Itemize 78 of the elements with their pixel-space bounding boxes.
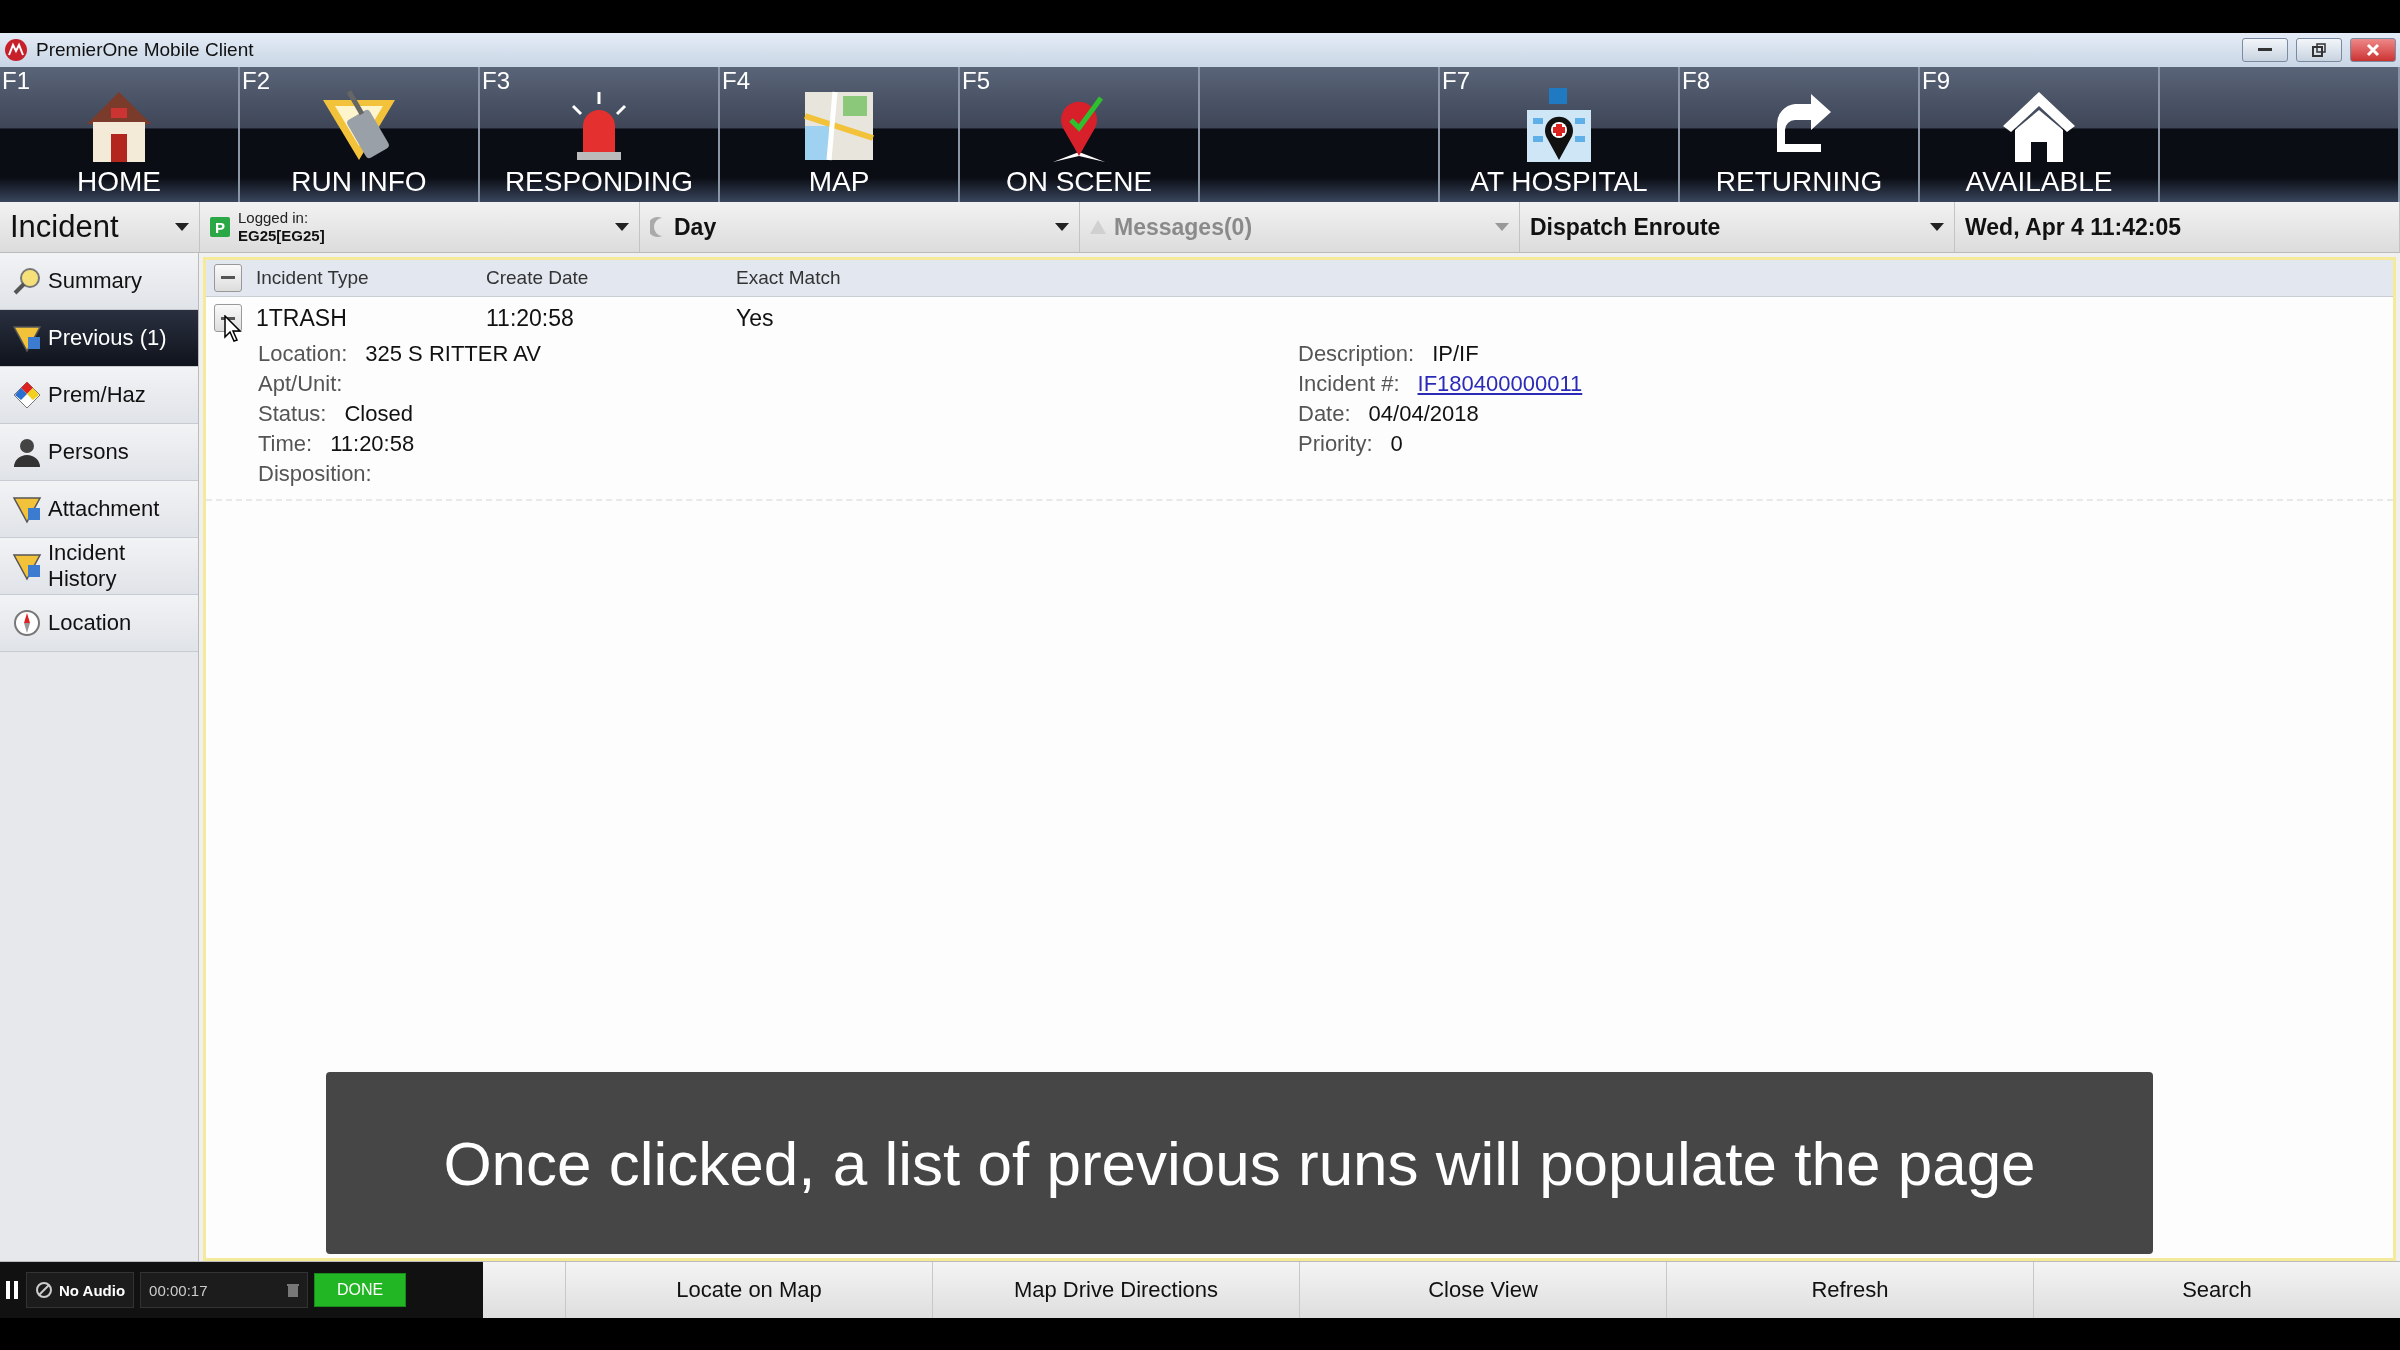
triangle-icon	[1090, 220, 1106, 234]
trash-icon[interactable]	[287, 1283, 300, 1297]
warning-icon	[12, 494, 42, 524]
dropdown-caret-icon[interactable]	[1930, 223, 1944, 231]
sidebar-item[interactable]: Incident History	[0, 538, 198, 595]
minimize-icon	[2258, 48, 2272, 52]
toolbar-button[interactable]: F2 RUN INFO	[240, 67, 480, 202]
toolbar-button[interactable]: F9 AVAILABLE	[1920, 67, 2160, 202]
field-value: Closed	[344, 401, 413, 427]
field-label: Disposition:	[258, 461, 372, 487]
action-button[interactable]: Locate on Map	[565, 1262, 932, 1318]
no-audio-icon	[35, 1281, 53, 1299]
logged-in-label: Logged in:	[238, 209, 310, 227]
mode-dropdown[interactable]: Incident	[0, 202, 200, 252]
field-value: IP/IF	[1432, 341, 1479, 367]
dropdown-caret-icon[interactable]	[615, 223, 629, 231]
restore-button[interactable]	[2296, 38, 2342, 62]
table-cell-text: 1TRASH	[256, 304, 348, 332]
app-logo-icon	[4, 38, 28, 62]
field-label: Priority:	[1298, 431, 1373, 457]
dispatch-status-dropdown[interactable]: Dispatch Enroute	[1520, 202, 1955, 252]
warning-icon	[12, 323, 42, 353]
logged-in-unit: EG25[EG25]	[238, 227, 325, 245]
compass-icon	[12, 608, 42, 638]
minus-icon	[221, 276, 235, 280]
status-badge: P	[210, 217, 230, 237]
audio-status: No Audio	[26, 1272, 135, 1308]
minimize-button[interactable]	[2242, 38, 2288, 62]
mouse-cursor-icon	[224, 315, 242, 343]
table-cell-text: 11:20:58	[486, 304, 575, 332]
video-caption: Once clicked, a list of previous runs will populate the page	[326, 1072, 2153, 1254]
field-label: Status:	[258, 401, 327, 427]
warning-icon	[12, 551, 42, 581]
toolbar-button[interactable]: F4 MAP	[720, 67, 960, 202]
column-header[interactable]: Exact Match	[736, 267, 986, 289]
sidebar-item[interactable]: Attachment	[0, 481, 198, 538]
sidebar-item[interactable]: Summary	[0, 253, 198, 310]
field-label: Description:	[1298, 341, 1415, 367]
pause-icon[interactable]	[4, 1281, 20, 1299]
field-value: 325 S RITTER AV	[365, 341, 541, 367]
hazard-diamond-icon	[12, 380, 42, 410]
field-value: 04/04/2018	[1368, 401, 1479, 427]
dropdown-caret-icon[interactable]	[175, 223, 189, 231]
toolbar-button[interactable]: F3 RESPONDING	[480, 67, 720, 202]
action-button[interactable]: Close View	[1299, 1262, 1666, 1318]
person-icon	[12, 437, 42, 467]
field-value: 11:20:58	[330, 431, 415, 457]
field-label: Location:	[258, 341, 348, 367]
restore-icon	[2312, 43, 2326, 57]
table-cell-text: Yes	[736, 304, 775, 332]
toolbar-button[interactable]: F1 HOME	[0, 67, 240, 202]
column-header[interactable]: Create Date	[486, 267, 736, 289]
incident-number-link[interactable]: IF180400000011	[1417, 371, 1583, 397]
action-button[interactable]: Search	[2033, 1262, 2400, 1318]
sidebar-item[interactable]: Prem/Haz	[0, 367, 198, 424]
sidebar-item[interactable]: Persons	[0, 424, 198, 481]
sidebar-item[interactable]: Previous (1)	[0, 310, 198, 367]
close-button[interactable]	[2350, 38, 2396, 62]
shift-dropdown[interactable]: Day	[640, 202, 1080, 252]
field-label: Date:	[1298, 401, 1351, 427]
magnifier-icon	[12, 266, 42, 296]
close-icon	[2366, 43, 2380, 57]
column-header[interactable]: Incident Type	[256, 267, 486, 289]
toolbar-button[interactable]: F7 AT HOSPITAL	[1440, 67, 1680, 202]
action-button[interactable]: Map Drive Directions	[932, 1262, 1299, 1318]
field-label: Incident #:	[1298, 371, 1400, 397]
field-label: Apt/Unit:	[258, 371, 343, 397]
toolbar-button[interactable]: F8 RETURNING	[1680, 67, 1920, 202]
recording-timer: 00:00:17	[140, 1272, 309, 1308]
toolbar-button[interactable]: F5 ON SCENE	[960, 67, 1200, 202]
date-time: Wed, Apr 4 11:42:05	[1955, 202, 2400, 252]
action-button[interactable]: Refresh	[1666, 1262, 2033, 1318]
field-value: 0	[1390, 431, 1403, 457]
field-label: Time:	[258, 431, 313, 457]
window-title: PremierOne Mobile Client	[36, 39, 255, 61]
collapse-all-button[interactable]	[214, 264, 242, 292]
dropdown-caret-icon[interactable]	[1055, 223, 1069, 231]
sidebar-item[interactable]: Location	[0, 595, 198, 652]
